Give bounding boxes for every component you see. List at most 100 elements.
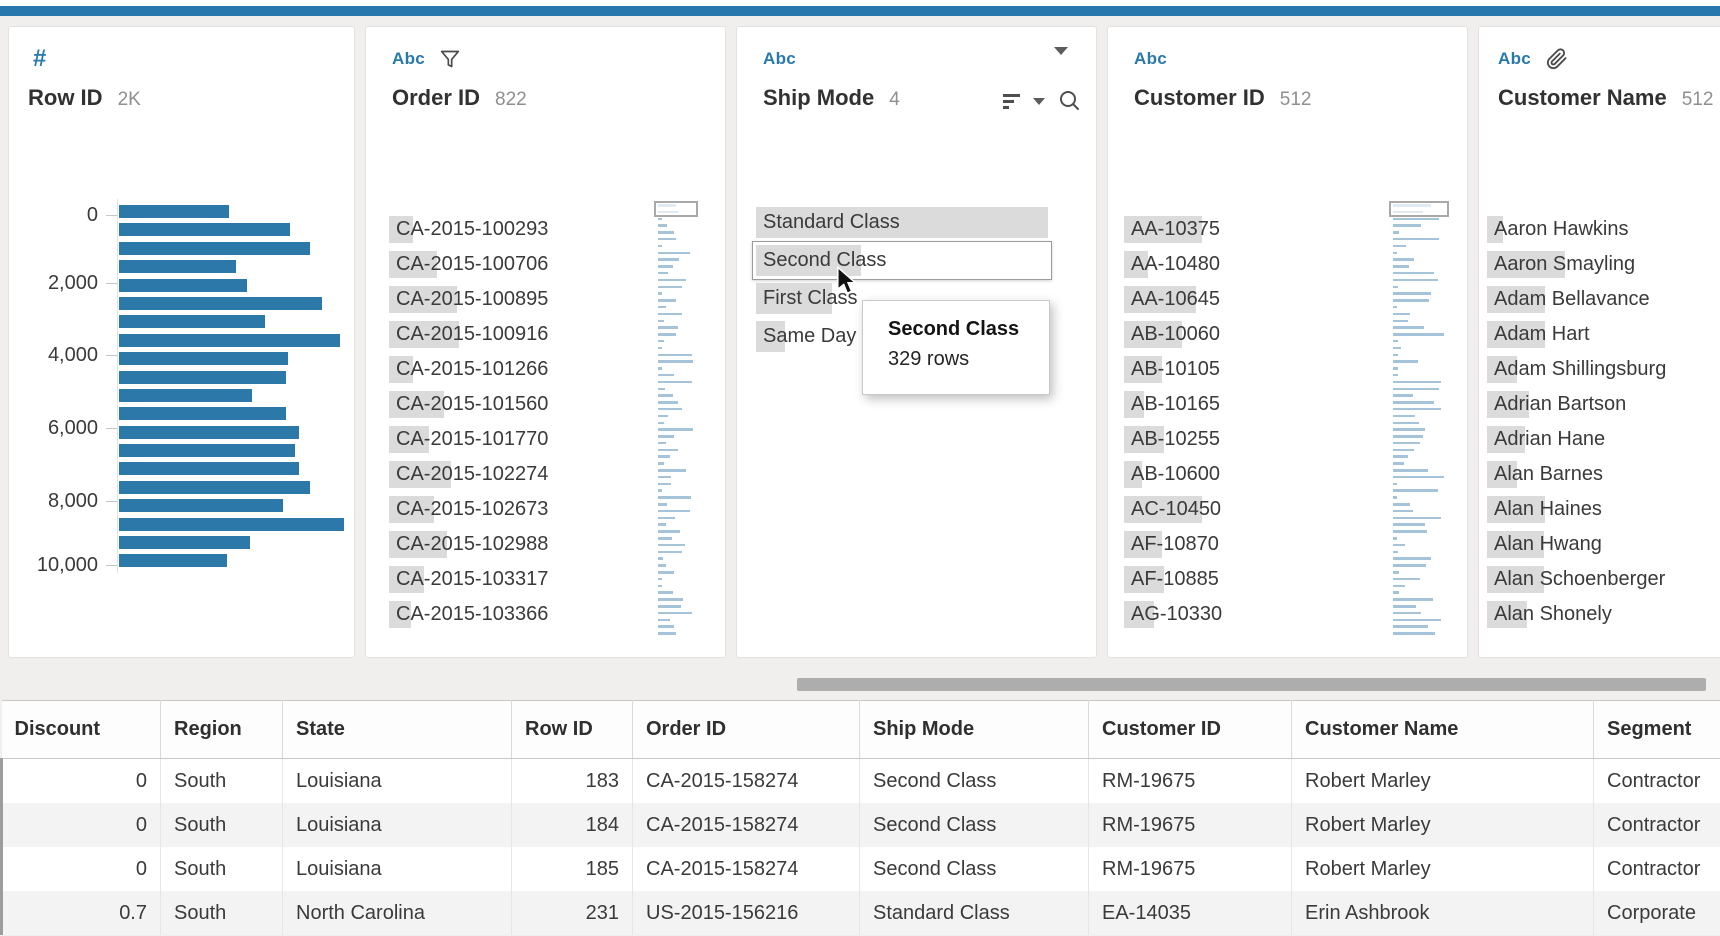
grid-data-row[interactable]: 0 South Louisiana 185 CA-2015-158274 Sec… (0, 847, 1720, 891)
histogram-bar[interactable] (119, 296, 322, 310)
abc-type-icon[interactable]: Abc (1134, 49, 1167, 69)
grid-data-row[interactable]: 0 South Louisiana 183 CA-2015-158274 Sec… (0, 758, 1720, 803)
value-item[interactable]: CA-2015-101770 (389, 426, 619, 453)
value-item[interactable]: AF-10870 (1124, 531, 1354, 558)
grid-data-row[interactable]: 0.7 South North Carolina 231 US-2015-156… (0, 891, 1720, 935)
value-item[interactable]: CA-2015-100895 (389, 286, 619, 313)
value-item[interactable]: CA-2015-102673 (389, 496, 619, 523)
top-accent-bar (0, 6, 1720, 16)
axis-tick-label: 10,000 (9, 554, 117, 576)
field-count: 4 (889, 89, 900, 110)
abc-type-icon[interactable]: Abc (392, 49, 425, 69)
grid-column-header[interactable]: Customer ID (1088, 700, 1292, 759)
grid-column-header[interactable]: State (282, 700, 512, 759)
value-item[interactable]: Alan Shonely (1487, 601, 1720, 628)
grid-column-header[interactable]: Order ID (632, 700, 860, 759)
value-item[interactable]: Alan Hwang (1487, 531, 1720, 558)
sort-caret-icon[interactable] (1033, 97, 1045, 105)
grid-column-header[interactable]: Segment (1593, 700, 1720, 759)
value-item[interactable]: AB-10165 (1124, 391, 1354, 418)
value-item[interactable]: AA-10375 (1124, 216, 1354, 243)
histogram-bar[interactable] (119, 480, 311, 494)
grid-data-row[interactable]: 0 South Louisiana 184 CA-2015-158274 Sec… (0, 803, 1720, 847)
value-item[interactable]: Second Class (752, 241, 1052, 280)
value-item[interactable]: Adam Bellavance (1487, 286, 1720, 313)
value-minimap-scrollbar[interactable] (1389, 201, 1449, 641)
value-item[interactable]: AB-10060 (1124, 321, 1354, 348)
card-menu-caret-icon[interactable] (1054, 47, 1068, 55)
value-tooltip: Second Class 329 rows (862, 300, 1050, 395)
value-item[interactable]: AB-10105 (1124, 356, 1354, 383)
value-label: CA-2015-101770 (396, 428, 549, 450)
value-item[interactable]: Adam Shillingsburg (1487, 356, 1720, 383)
value-item[interactable]: AA-10480 (1124, 251, 1354, 278)
histogram-bar[interactable] (119, 315, 266, 329)
sort-descending-icon[interactable] (1003, 93, 1020, 109)
filter-icon[interactable] (440, 49, 460, 69)
value-item[interactable]: Standard Class (756, 207, 1048, 238)
histogram-bar[interactable] (119, 407, 286, 421)
search-icon[interactable] (1058, 89, 1082, 113)
value-item[interactable]: CA-2015-101560 (389, 391, 619, 418)
number-type-icon[interactable]: # (33, 47, 46, 71)
value-item[interactable]: AG-10330 (1124, 601, 1354, 628)
histogram-bar[interactable] (119, 278, 248, 292)
histogram-bar[interactable] (119, 517, 344, 531)
abc-type-icon[interactable]: Abc (763, 49, 796, 69)
axis-tick-label: 8,000 (9, 490, 117, 512)
histogram-bar[interactable] (119, 223, 290, 237)
value-item[interactable]: Adrian Hane (1487, 426, 1720, 453)
value-item[interactable]: AB-10255 (1124, 426, 1354, 453)
value-item[interactable]: CA-2015-102988 (389, 531, 619, 558)
histogram-bar[interactable] (119, 352, 288, 366)
value-label: AG-10330 (1131, 603, 1223, 625)
tooltip-title: Second Class (888, 318, 1020, 340)
cell-ship-mode: Second Class (859, 803, 1089, 847)
histogram-bar[interactable] (119, 370, 286, 384)
grid-column-header[interactable]: Customer Name (1291, 700, 1594, 759)
histogram-bar[interactable] (119, 333, 340, 347)
minimap-viewport[interactable] (1389, 201, 1449, 217)
value-item[interactable]: CA-2015-100916 (389, 321, 619, 348)
value-item[interactable]: Adam Hart (1487, 321, 1720, 348)
value-item[interactable]: CA-2015-103317 (389, 566, 619, 593)
value-item[interactable]: CA-2015-103366 (389, 601, 619, 628)
value-item[interactable]: CA-2015-102274 (389, 461, 619, 488)
value-item[interactable]: CA-2015-100706 (389, 251, 619, 278)
histogram-bar[interactable] (119, 205, 230, 218)
value-item[interactable]: CA-2015-100293 (389, 216, 619, 243)
grid-column-header[interactable]: Discount (1, 700, 161, 759)
histogram-bar[interactable] (119, 444, 295, 458)
abc-type-icon[interactable]: Abc (1498, 49, 1531, 69)
value-item[interactable]: Adrian Bartson (1487, 391, 1720, 418)
grid-column-header[interactable]: Region (160, 700, 283, 759)
histogram-bar[interactable] (119, 499, 284, 513)
histogram-axis (117, 199, 118, 573)
value-item[interactable]: AA-10645 (1124, 286, 1354, 313)
value-minimap-scrollbar[interactable] (654, 201, 698, 641)
horizontal-scrollbar-thumb[interactable] (797, 678, 1706, 691)
histogram-bar[interactable] (119, 425, 299, 439)
paperclip-icon[interactable] (1546, 48, 1568, 70)
grid-column-header[interactable]: Row ID (511, 700, 633, 759)
histogram-bar[interactable] (119, 462, 299, 476)
value-item[interactable]: CA-2015-101266 (389, 356, 619, 383)
value-item[interactable]: AC-10450 (1124, 496, 1354, 523)
cell-ship-mode: Second Class (859, 847, 1089, 891)
value-item[interactable]: Alan Barnes (1487, 461, 1720, 488)
value-item[interactable]: Alan Schoenberger (1487, 566, 1720, 593)
histogram-bar[interactable] (119, 241, 311, 255)
value-item[interactable]: Aaron Hawkins (1487, 216, 1720, 243)
histogram-bar[interactable] (119, 260, 236, 274)
histogram-bar[interactable] (119, 388, 252, 402)
grid-column-header[interactable]: Ship Mode (859, 700, 1089, 759)
value-item[interactable]: Aaron Smayling (1487, 251, 1720, 278)
histogram-bar[interactable] (119, 536, 250, 550)
histogram-bar[interactable] (119, 554, 227, 568)
value-item[interactable]: AB-10600 (1124, 461, 1354, 488)
value-item[interactable]: Alan Haines (1487, 496, 1720, 523)
field-count: 2K (117, 89, 141, 110)
minimap-viewport[interactable] (654, 201, 698, 217)
grid-header-row: Discount Region State Row ID Order ID Ship Mo… (1, 700, 1720, 759)
value-item[interactable]: AF-10885 (1124, 566, 1354, 593)
